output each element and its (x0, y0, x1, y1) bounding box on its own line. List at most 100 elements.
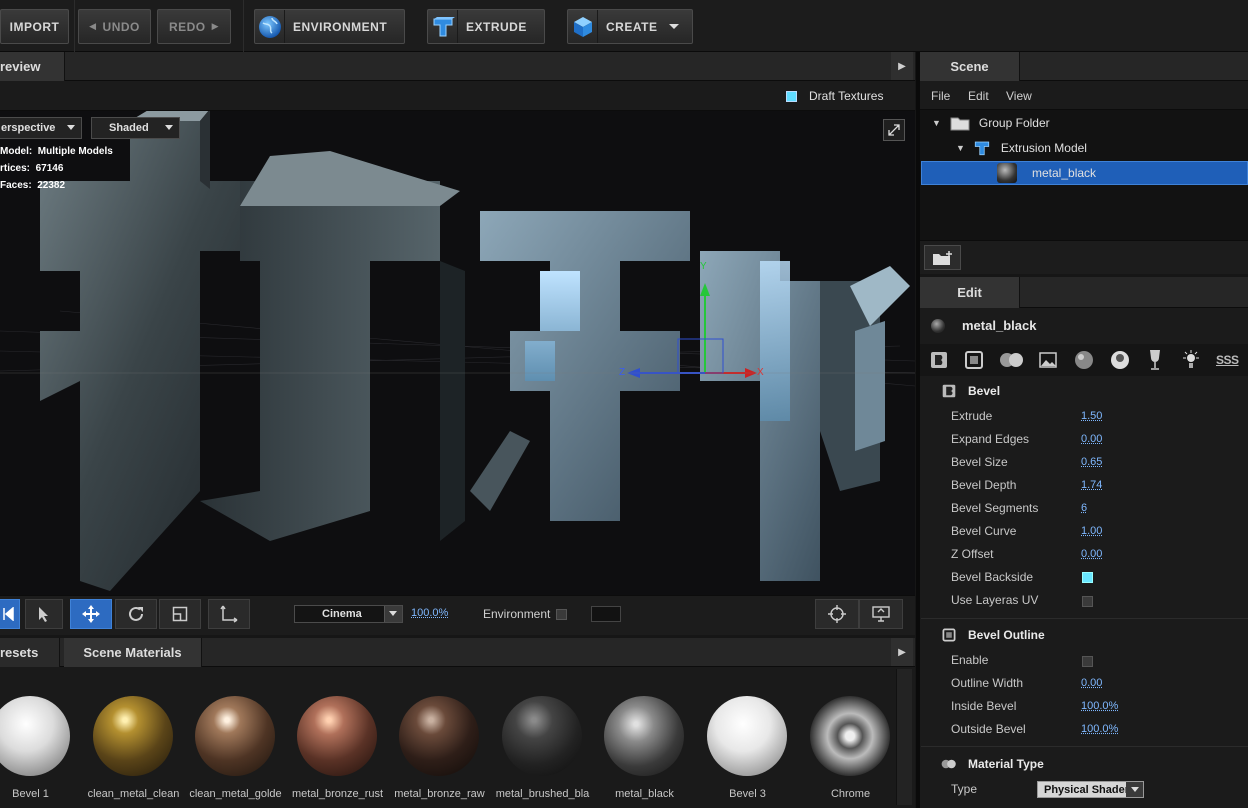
material-type-value: Physical Shader (1044, 783, 1129, 796)
import-button[interactable]: IMPORT (0, 9, 69, 44)
maximize-viewport-button[interactable] (883, 119, 905, 141)
tab-preview[interactable]: review (0, 52, 65, 81)
scene-menu-file[interactable]: File (931, 89, 950, 103)
material-swatch[interactable] (604, 696, 684, 776)
model-label: Model: (0, 146, 33, 157)
gizmo-x-label: X (757, 367, 764, 378)
bevel-depth-label: Bevel Depth (951, 478, 1017, 492)
target-icon (828, 605, 846, 623)
material-swatch-label: metal_black (615, 788, 674, 800)
bevel-segments-value[interactable]: 6 (1081, 502, 1087, 514)
bevel-outline-tab-icon[interactable] (964, 350, 984, 373)
material-sphere-icon (931, 319, 945, 333)
scale-icon (172, 606, 188, 622)
tab-scene-materials[interactable]: Scene Materials (64, 638, 202, 667)
material-shelf-scrollbar[interactable] (896, 669, 912, 805)
draft-textures-checkbox[interactable] (786, 91, 797, 102)
render-preview-button[interactable] (859, 599, 903, 629)
create-button[interactable]: CREATE (567, 9, 693, 44)
tab-presets[interactable]: resets (0, 638, 60, 667)
extrude-button[interactable]: EXTRUDE (427, 9, 545, 44)
zoom-value[interactable]: 100.0% (411, 607, 448, 619)
tab-scene-label: Scene (950, 59, 989, 74)
material-type-dropdown[interactable]: Physical Shader (1037, 781, 1144, 798)
3d-viewport[interactable]: Y Z X erspective Shaded Model: Multiple … (0, 111, 915, 595)
axis-tool-button[interactable] (208, 599, 250, 629)
new-folder-icon (932, 250, 952, 265)
enable-label: Enable (951, 653, 989, 667)
bevel-backside-checkbox[interactable] (1082, 572, 1093, 583)
material-swatch[interactable] (502, 696, 582, 776)
undo-button[interactable]: ◀ UNDO (78, 9, 151, 44)
outside-bevel-value[interactable]: 100.0% (1081, 723, 1118, 735)
scene-menu-edit[interactable]: Edit (968, 89, 989, 103)
bevel-depth-value[interactable]: 1.74 (1081, 479, 1102, 491)
extrude-value[interactable]: 1.50 (1081, 410, 1102, 422)
z-offset-value[interactable]: 0.00 (1081, 548, 1102, 560)
environment-checkbox[interactable] (556, 609, 567, 620)
expand-edges-value[interactable]: 0.00 (1081, 433, 1102, 445)
outside-bevel-label: Outside Bevel (951, 722, 1026, 736)
material-type-section-header[interactable]: Material Type (921, 751, 1248, 776)
camera-dropdown[interactable]: erspective (0, 117, 82, 139)
bevel-curve-label: Bevel Curve (951, 524, 1017, 538)
bevel-curve-value[interactable]: 1.00 (1081, 525, 1102, 537)
tab-scene[interactable]: Scene (920, 52, 1020, 81)
inside-bevel-value[interactable]: 100.0% (1081, 700, 1118, 712)
bevel-tab-icon[interactable] (929, 350, 949, 373)
material-swatch[interactable] (93, 696, 173, 776)
expand-icon (888, 124, 900, 136)
material-swatch-label: Bevel 1 (12, 788, 49, 800)
material-name-title: metal_black (962, 318, 1037, 333)
globe-icon (255, 10, 285, 43)
vertices-value: 67146 (35, 163, 64, 174)
preview-panel-menu-button[interactable]: ▶ (891, 52, 913, 80)
tab-edit[interactable]: Edit (920, 277, 1020, 308)
model-info: Model: Multiple Models rtices: 67146 Fac… (0, 143, 113, 194)
materials-panel-menu-button[interactable]: ▶ (891, 638, 913, 666)
enable-outline-checkbox[interactable] (1082, 656, 1093, 667)
material-swatch[interactable] (297, 696, 377, 776)
tree-item-label: metal_black (1032, 166, 1097, 180)
material-tab-icon[interactable] (999, 352, 1025, 371)
tab-presets-label: resets (0, 645, 39, 660)
material-swatch-label: clean_metal_golde (189, 788, 282, 800)
texture-tab-icon[interactable] (1038, 350, 1058, 373)
render-mode-dropdown[interactable]: Cinema (294, 605, 403, 623)
rotate-tool-button[interactable] (115, 599, 157, 629)
focus-button[interactable] (815, 599, 859, 629)
create-button-label: CREATE (606, 19, 658, 34)
scene-menu-view[interactable]: View (1006, 89, 1032, 103)
material-swatch-label: Bevel 3 (729, 788, 766, 800)
material-swatch-label: metal_bronze_rust (291, 788, 384, 800)
sss-tab-icon[interactable]: SSS (1216, 353, 1239, 367)
bevel-section-header[interactable]: Bevel (921, 378, 1248, 403)
move-tool-button[interactable] (70, 599, 112, 629)
triangle-right-icon: ▶ (898, 646, 906, 658)
new-folder-button[interactable] (924, 245, 961, 270)
environment-button[interactable]: ENVIRONMENT (254, 9, 405, 44)
shading-dropdown[interactable]: Shaded (91, 117, 180, 139)
scale-tool-button[interactable] (159, 599, 201, 629)
environment-color-swatch[interactable] (591, 606, 621, 622)
reflection-tab-icon[interactable] (1110, 350, 1130, 373)
glass-tab-icon[interactable] (1148, 349, 1162, 374)
redo-button[interactable]: REDO ▶ (157, 9, 231, 44)
preview-options-bar: Draft Textures (0, 81, 915, 111)
bevel-outline-section-header[interactable]: Bevel Outline (921, 622, 1248, 647)
tree-item-group-folder[interactable]: ▼ Group Folder (921, 111, 1248, 135)
material-swatch[interactable] (195, 696, 275, 776)
extrude-button-label: EXTRUDE (466, 19, 527, 34)
select-tool-button[interactable] (25, 599, 63, 629)
light-tab-icon[interactable] (1180, 349, 1202, 374)
material-swatch[interactable] (399, 696, 479, 776)
tree-item-extrusion-model[interactable]: ▼ Extrusion Model (921, 136, 1248, 160)
timeline-tool-button[interactable] (0, 599, 20, 629)
use-layeras-uv-checkbox[interactable] (1082, 596, 1093, 607)
sphere-tab-icon[interactable] (1074, 350, 1094, 373)
material-swatch[interactable] (707, 696, 787, 776)
bevel-size-value[interactable]: 0.65 (1081, 456, 1102, 468)
tree-item-metal-black[interactable]: metal_black (921, 161, 1248, 185)
outline-width-value[interactable]: 0.00 (1081, 677, 1102, 689)
material-swatch[interactable] (810, 696, 890, 776)
